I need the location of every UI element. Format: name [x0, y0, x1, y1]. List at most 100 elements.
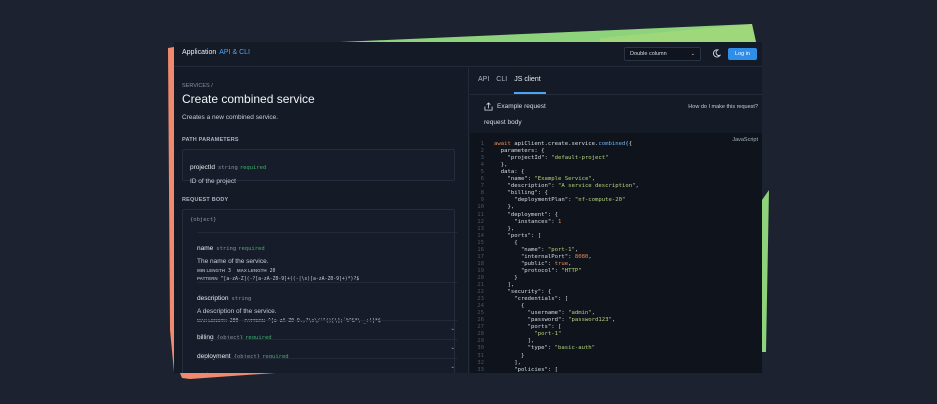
help-link[interactable]: How do I make this request? [688, 104, 758, 110]
code-line: "description": "A service description", [494, 183, 639, 190]
param-required: required [239, 165, 267, 171]
line-number: 3 [480, 155, 484, 162]
field-ports[interactable]: ports[array] ⌄ [197, 358, 457, 373]
top-bar: Application API & CLI Double column ⌄ Log… [174, 42, 762, 67]
line-number: 15 [477, 239, 484, 246]
code-line: parameters: { [494, 148, 545, 155]
line-number: 16 [477, 246, 484, 253]
request-body-label: request body [484, 119, 522, 126]
layout-select[interactable]: Double column ⌄ [624, 47, 701, 61]
line-number: 30 [477, 345, 484, 352]
line-number: 14 [477, 232, 484, 239]
field-name-type: string [216, 246, 237, 252]
code-line: "type": "basic-auth" [494, 345, 596, 352]
field-name-description: The name of the service. [197, 258, 269, 265]
code-block[interactable]: JavaScript 1 await apiClient.create.servi… [470, 133, 762, 373]
documentation-panel: SERVICES / Create combined service Creat… [174, 68, 469, 373]
line-number: 9 [480, 197, 484, 204]
code-line: }, [494, 204, 515, 211]
code-line: "internalPort": 8080, [494, 253, 592, 260]
page-title: Create combined service [182, 92, 315, 106]
line-number: 25 [477, 310, 484, 317]
share-icon [484, 102, 493, 111]
code-line: } [494, 352, 525, 359]
code-line: "ports": [ [494, 232, 542, 239]
page-description: Creates a new combined service. [182, 114, 279, 121]
param-name: projectId [190, 164, 215, 171]
line-number: 22 [477, 289, 484, 296]
code-panel: API CLI JS client Example request How do I… [470, 68, 762, 373]
code-line: "deployment": { [494, 211, 558, 218]
brand-link[interactable]: API & CLI [219, 49, 250, 56]
chevron-down-icon: ⌄ [690, 51, 695, 57]
code-line: { [494, 303, 525, 310]
chevron-down-icon: ⌄ [450, 345, 455, 351]
line-number: 27 [477, 324, 484, 331]
tab-cli[interactable]: CLI [496, 76, 507, 83]
code-line: "projectId": "default-project" [494, 155, 609, 162]
tab-divider [470, 94, 762, 95]
code-line: "protocol": "HTTP" [494, 267, 582, 274]
line-number: 12 [477, 218, 484, 225]
code-line: "password": "password123", [494, 317, 616, 324]
line-number: 10 [477, 204, 484, 211]
code-line: "port-1" [534, 331, 562, 338]
login-button[interactable]: Log in [728, 48, 757, 60]
field-description: description string A description of the s… [197, 282, 457, 324]
line-number: 7 [480, 183, 484, 190]
code-line: "billing": { [494, 190, 548, 197]
field-billing[interactable]: billing {object} required ⌄ [197, 320, 457, 341]
line-number: 4 [480, 162, 484, 169]
code-line: "name": "port-1", [494, 246, 579, 253]
code-tabs: API CLI JS client [478, 76, 548, 83]
request-body-heading: REQUEST BODY [182, 197, 229, 203]
line-number: 19 [477, 267, 484, 274]
tab-js-client[interactable]: JS client [514, 76, 540, 83]
chevron-down-icon: ⌄ [450, 326, 455, 332]
line-number: 33 [477, 366, 484, 373]
code-line: data: { [494, 169, 525, 176]
path-parameter-card: projectId string required ID of the projec… [182, 149, 455, 185]
field-ports-label: ports [197, 372, 211, 373]
code-line: ], [494, 282, 515, 288]
line-number: 18 [477, 260, 484, 267]
field-name-required: required [238, 246, 265, 252]
line-number: 17 [477, 253, 484, 260]
breadcrumb[interactable]: SERVICES / [182, 83, 213, 89]
code-line: ], [494, 359, 521, 366]
app-window: Application API & CLI Double column ⌄ Log… [174, 42, 762, 373]
code-line: await apiClient.create.service.combined(… [494, 141, 633, 147]
code-line: }, [494, 162, 508, 169]
line-number: 11 [477, 211, 484, 218]
path-parameters-heading: PATH PARAMETERS [182, 137, 239, 143]
request-body-card: {object} name string required The name of … [182, 209, 457, 373]
code-line: "policies": [ [494, 366, 558, 373]
field-description-type: string [231, 296, 252, 302]
moon-icon[interactable] [712, 49, 721, 58]
layout-select-value: Double column [630, 51, 667, 57]
field-description-description: A description of the service. [197, 308, 277, 315]
stage: Application API & CLI Double column ⌄ Log… [0, 0, 937, 404]
code-line: ], [494, 338, 535, 345]
root-type: {object} [190, 217, 217, 223]
param-description: ID of the project [190, 178, 236, 185]
line-number: 21 [477, 282, 484, 288]
language-label: JavaScript [732, 137, 758, 143]
code-line: "username": "admin", [494, 310, 596, 317]
brand-name[interactable]: Application [182, 49, 216, 56]
line-number: 32 [477, 359, 484, 366]
code-line: { [494, 239, 518, 246]
line-number: 2 [480, 148, 484, 155]
code-line: "security": { [494, 289, 552, 296]
line-number: 23 [477, 296, 484, 303]
code-line: "name": "Example Service", [494, 176, 596, 183]
field-name: name string required The name of the servi… [197, 232, 457, 282]
tab-api[interactable]: API [478, 76, 489, 83]
code-line: "credentials": [ [494, 296, 569, 303]
line-number: 13 [477, 225, 484, 232]
field-deployment[interactable]: deployment {object} required ⌄ [197, 339, 457, 360]
code-line: } [494, 274, 518, 281]
example-request-label: Example request [497, 103, 546, 110]
line-number: 26 [477, 317, 484, 324]
line-number: 5 [480, 169, 484, 176]
